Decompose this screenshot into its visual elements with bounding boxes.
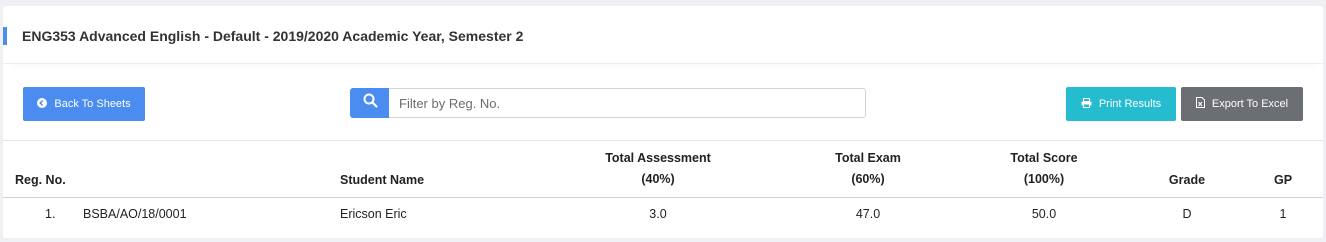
header-total-assessment: Total Assessment (40%) [605, 148, 711, 190]
row-total-assessment: 3.0 [649, 207, 667, 221]
row-reg-no: BSBA/AO/18/0001 [83, 207, 187, 221]
reg-no-filter-input[interactable] [389, 88, 866, 118]
page-title: ENG353 Advanced English - Default - 2019… [22, 28, 524, 44]
search-icon [363, 93, 378, 113]
title-accent-bar [3, 27, 7, 45]
file-excel-icon [1195, 97, 1205, 111]
row-index: 1. [45, 207, 56, 221]
table-top-border [3, 140, 1323, 141]
header-total-score-label: Total Score [1010, 151, 1078, 165]
arrow-circle-left-icon [37, 97, 48, 111]
printer-icon [1081, 97, 1092, 111]
header-grade: Grade [1168, 173, 1206, 187]
header-total-score-pct: (100%) [1023, 172, 1065, 186]
header-reg-no: Reg. No. [15, 173, 66, 187]
header-student-name: Student Name [340, 173, 425, 187]
row-total-score: 50.0 [1031, 207, 1057, 221]
print-button-label: Print Results [1098, 98, 1162, 110]
header-gp: GP [1273, 173, 1293, 187]
back-button-label: Back To Sheets [54, 98, 131, 110]
table-header-divider [3, 197, 1323, 198]
print-results-button[interactable]: Print Results [1066, 87, 1176, 121]
search-button[interactable] [350, 88, 390, 118]
header-total-assessment-pct: (40%) [641, 172, 675, 186]
export-to-excel-button[interactable]: Export To Excel [1181, 87, 1303, 121]
header-total-assessment-label: Total Assessment [605, 151, 711, 165]
export-button-label: Export To Excel [1211, 98, 1289, 110]
header-total-exam: Total Exam (60%) [835, 148, 901, 190]
header-total-exam-label: Total Exam [835, 151, 901, 165]
back-to-sheets-button[interactable]: Back To Sheets [23, 87, 145, 121]
header-total-exam-pct: (60%) [851, 172, 885, 186]
header-total-score: Total Score (100%) [1010, 148, 1077, 190]
row-gp: 1 [1279, 207, 1287, 221]
row-grade: D [1182, 207, 1192, 221]
row-total-exam: 47.0 [855, 207, 881, 221]
row-student-name: Ericson Eric [340, 207, 407, 221]
results-card: ENG353 Advanced English - Default - 2019… [3, 6, 1323, 238]
card-header: ENG353 Advanced English - Default - 2019… [3, 6, 1323, 64]
